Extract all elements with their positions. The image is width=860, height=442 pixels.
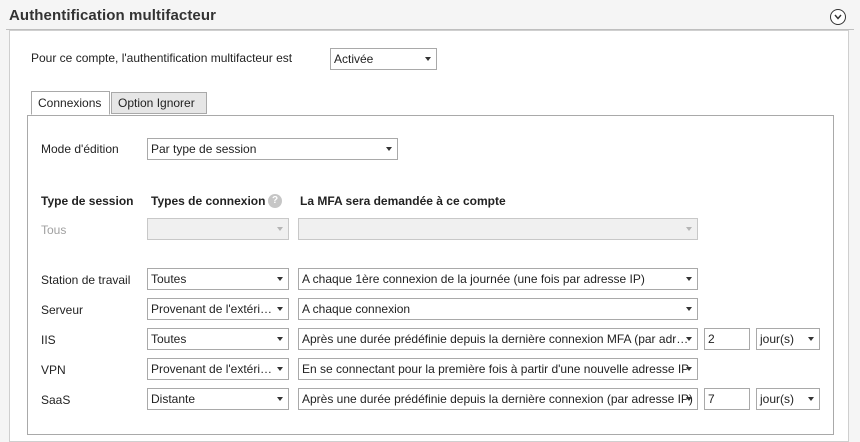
mfa-status-select[interactable]: Activée <box>330 48 437 70</box>
mfa-frequency-select[interactable]: A chaque connexion <box>298 298 698 320</box>
dropdown-arrow-icon <box>386 147 392 151</box>
connection-type-value: Provenant de l'extéri… <box>151 302 273 316</box>
header-session-type: Type de session <box>41 194 134 208</box>
edit-mode-label: Mode d'édition <box>41 142 119 156</box>
chevron-down-icon <box>834 14 842 20</box>
mfa-status-value: Activée <box>334 52 374 66</box>
dropdown-arrow-icon <box>686 307 692 311</box>
mfa-frequency-value: A chaque 1ère connexion de la journée (u… <box>302 272 645 286</box>
mfa-frequency-value: Après une durée prédéfinie depuis la der… <box>302 332 689 346</box>
connection-type-select[interactable]: Toutes <box>147 268 289 290</box>
duration-input[interactable]: 7 <box>704 388 750 410</box>
header-connection-types: Types de connexion <box>151 194 266 208</box>
mfa-frequency-value: En se connectant pour la première fois à… <box>302 362 690 376</box>
dropdown-arrow-icon <box>686 277 692 281</box>
connection-type-select[interactable]: Provenant de l'extéri… <box>147 298 289 320</box>
mfa-frequency-value: A chaque connexion <box>302 302 411 316</box>
dropdown-arrow-icon <box>277 277 283 281</box>
dropdown-arrow-icon <box>686 227 692 231</box>
row-session-label: Station de travail <box>41 273 131 287</box>
mfa-frequency-select[interactable]: En se connectant pour la première fois à… <box>298 358 698 380</box>
dropdown-arrow-icon <box>686 367 692 371</box>
connection-type-select[interactable]: Toutes <box>147 328 289 350</box>
header-mfa-required: La MFA sera demandée à ce compte <box>300 194 506 208</box>
mfa-frequency-select[interactable]: Après une durée prédéfinie depuis la der… <box>298 388 698 410</box>
mfa-frequency-select[interactable]: A chaque 1ère connexion de la journée (u… <box>298 268 698 290</box>
dropdown-arrow-icon <box>686 397 692 401</box>
dropdown-arrow-icon <box>808 337 814 341</box>
help-icon[interactable]: ? <box>268 194 282 208</box>
dropdown-arrow-icon <box>277 367 283 371</box>
row-session-label: VPN <box>41 363 66 377</box>
dropdown-arrow-icon <box>277 397 283 401</box>
connection-type-select[interactable]: Provenant de l'extéri… <box>147 358 289 380</box>
dropdown-arrow-icon <box>686 337 692 341</box>
tab-option-ignorer-label: Option Ignorer <box>118 96 195 110</box>
row-session-label: IIS <box>41 333 56 347</box>
dropdown-arrow-icon <box>425 57 431 61</box>
connection-type-value: Distante <box>151 392 196 406</box>
tab-option-ignorer[interactable]: Option Ignorer <box>111 92 207 114</box>
account-mfa-label: Pour ce compte, l'authentification multi… <box>31 51 293 65</box>
row-session-label: Serveur <box>41 303 84 317</box>
duration-unit-select[interactable]: jour(s) <box>756 388 820 410</box>
duration-input[interactable]: 2 <box>704 328 750 350</box>
all-connection-type-select <box>147 218 289 240</box>
tab-connexions[interactable]: Connexions <box>31 91 110 115</box>
edit-mode-value: Par type de session <box>151 142 257 156</box>
duration-unit-select[interactable]: jour(s) <box>756 328 820 350</box>
mfa-frequency-select[interactable]: Après une durée prédéfinie depuis la der… <box>298 328 698 350</box>
duration-unit-value: jour(s) <box>760 392 795 406</box>
dropdown-arrow-icon <box>277 307 283 311</box>
connection-type-value: Provenant de l'extéri… <box>151 362 273 376</box>
connection-type-value: Toutes <box>151 272 187 286</box>
connection-type-value: Toutes <box>151 332 187 346</box>
mfa-frequency-value: Après une durée prédéfinie depuis la der… <box>302 392 693 406</box>
all-mfa-select <box>298 218 698 240</box>
dropdown-arrow-icon <box>277 227 283 231</box>
connection-type-select[interactable]: Distante <box>147 388 289 410</box>
collapse-button[interactable] <box>830 9 846 25</box>
duration-unit-value: jour(s) <box>760 332 795 346</box>
dropdown-arrow-icon <box>808 397 814 401</box>
edit-mode-select[interactable]: Par type de session <box>147 138 398 160</box>
section-header: Authentification multifacteur <box>0 0 860 30</box>
row-session-label: SaaS <box>41 393 71 407</box>
dropdown-arrow-icon <box>277 337 283 341</box>
row-all-label: Tous <box>41 223 67 237</box>
tab-connexions-label: Connexions <box>38 96 102 110</box>
section-title: Authentification multifacteur <box>9 7 217 24</box>
